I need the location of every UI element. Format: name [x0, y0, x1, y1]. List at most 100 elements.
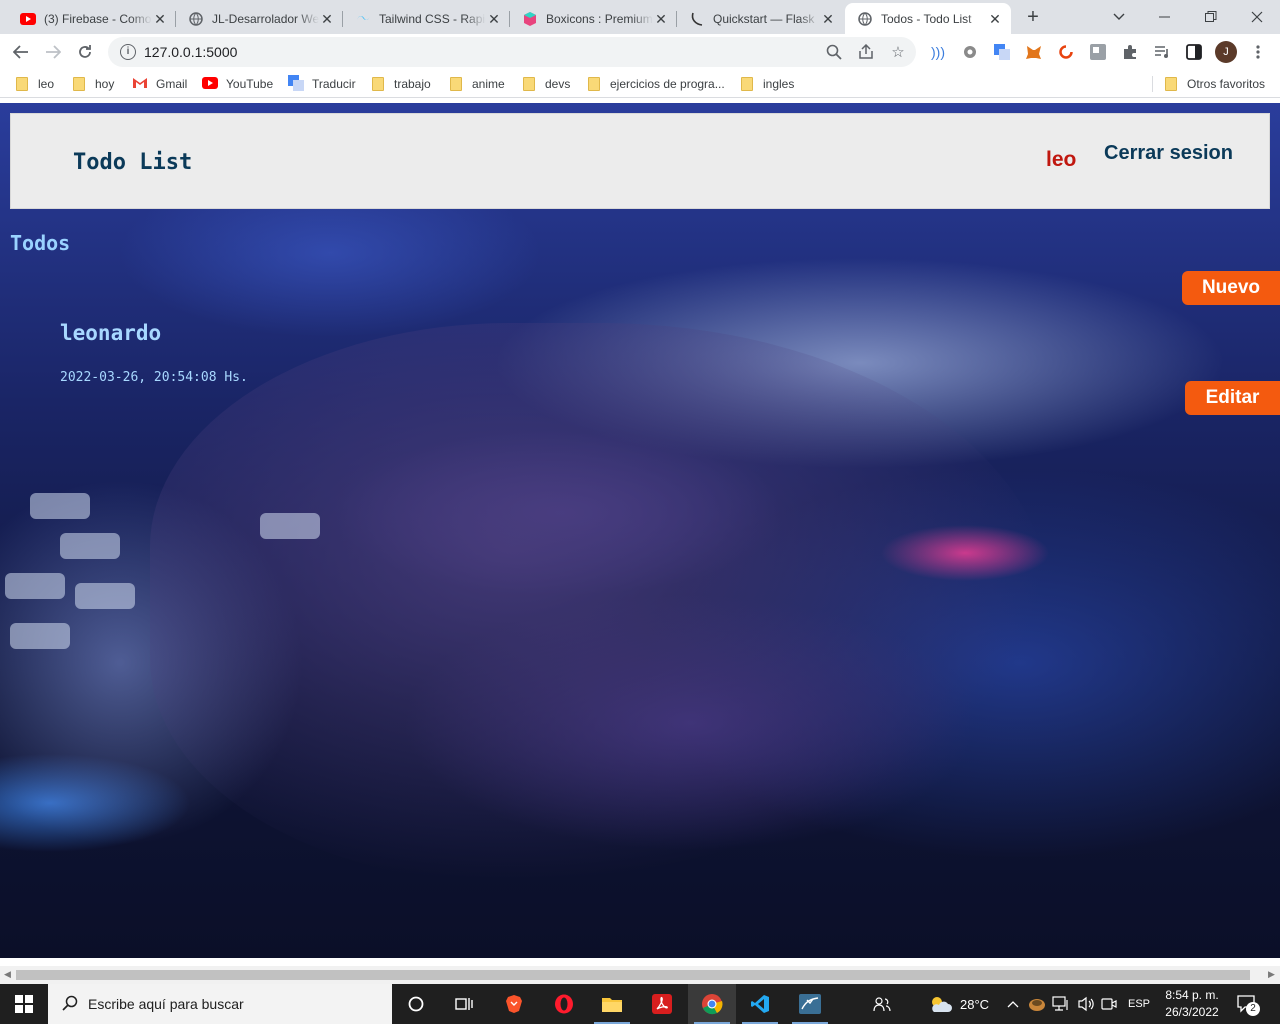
- background-key: [10, 623, 70, 649]
- reload-icon[interactable]: [73, 40, 97, 64]
- back-icon[interactable]: [9, 40, 33, 64]
- tab-tailwind[interactable]: Tailwind CSS - Rapid ✕: [343, 3, 510, 34]
- network-icon[interactable]: [1052, 984, 1070, 1024]
- bookmark-youtube[interactable]: YouTube: [202, 76, 273, 92]
- folder-icon: [450, 77, 462, 91]
- bookmark-ingles[interactable]: ingles: [741, 76, 794, 92]
- media-queue-icon[interactable]: [1153, 43, 1171, 61]
- zoom-icon[interactable]: [825, 43, 843, 61]
- new-todo-button[interactable]: Nuevo: [1182, 271, 1280, 305]
- profile-avatar[interactable]: J: [1215, 41, 1237, 63]
- file-explorer-icon[interactable]: [588, 984, 636, 1024]
- bookmark-leo[interactable]: leo: [16, 76, 54, 92]
- tab-boxicons[interactable]: Boxicons : Premium ✕: [510, 3, 677, 34]
- acrobat-icon[interactable]: [638, 984, 686, 1024]
- restore-icon[interactable]: [1188, 0, 1234, 34]
- close-tab-icon[interactable]: ✕: [987, 11, 1003, 27]
- bookmark-ejercicios[interactable]: ejercicios de progra...: [588, 76, 725, 92]
- share-icon[interactable]: [857, 43, 875, 61]
- extensions-puzzle-icon[interactable]: [1121, 43, 1139, 61]
- people-icon[interactable]: [873, 984, 891, 1024]
- folder-icon: [588, 77, 600, 91]
- mysql-workbench-icon[interactable]: [786, 984, 834, 1024]
- menu-kebab-icon[interactable]: [1249, 43, 1267, 61]
- volume-icon[interactable]: [1077, 984, 1095, 1024]
- tray-expand-icon[interactable]: [1007, 984, 1019, 1024]
- extension-wifi-icon[interactable]: ))): [929, 43, 947, 61]
- tray-app-icon[interactable]: [1028, 984, 1046, 1024]
- tailwind-icon: [355, 11, 371, 27]
- meet-now-icon[interactable]: [1101, 984, 1117, 1024]
- gmail-icon: [132, 77, 148, 92]
- notification-center-icon[interactable]: 2: [1236, 984, 1260, 1024]
- folder-icon: [73, 77, 85, 91]
- cortana-icon[interactable]: [392, 984, 440, 1024]
- background-key: [75, 583, 135, 609]
- extension-red-ring-icon[interactable]: [1057, 43, 1075, 61]
- clock-date: 26/3/2022: [1165, 1005, 1219, 1019]
- section-title: Todos: [10, 231, 71, 255]
- background-key: [5, 573, 65, 599]
- bookmark-otros-favoritos[interactable]: Otros favoritos: [1165, 76, 1265, 92]
- tab-jl-desarrolador[interactable]: JL-Desarrolador Web ✕: [176, 3, 343, 34]
- new-tab-icon[interactable]: +: [1022, 6, 1044, 28]
- globe-icon: [857, 11, 873, 27]
- background-key: [60, 533, 120, 559]
- close-window-icon[interactable]: [1234, 0, 1280, 34]
- bookmark-trabajo[interactable]: trabajo: [372, 76, 431, 92]
- bookmark-hoy[interactable]: hoy: [73, 76, 114, 92]
- taskbar-search-placeholder: Escribe aquí para buscar: [88, 996, 244, 1012]
- tab-firebase[interactable]: (3) Firebase - Como ✕: [8, 3, 176, 34]
- folder-icon: [372, 77, 384, 91]
- tab-search-icon[interactable]: [1096, 0, 1142, 34]
- folder-icon: [16, 77, 28, 91]
- close-tab-icon[interactable]: ✕: [152, 11, 168, 27]
- close-tab-icon[interactable]: ✕: [486, 11, 502, 27]
- close-tab-icon[interactable]: ✕: [820, 11, 836, 27]
- brave-icon[interactable]: [490, 984, 538, 1024]
- tab-title: Tailwind CSS - Rapid: [379, 11, 486, 26]
- bookmark-devs[interactable]: devs: [523, 76, 570, 92]
- tab-title: Boxicons : Premium: [546, 11, 653, 26]
- language-indicator[interactable]: ESP: [1128, 984, 1150, 1024]
- tab-title: Quickstart — Flask: [713, 11, 815, 26]
- close-tab-icon[interactable]: ✕: [319, 11, 335, 27]
- youtube-icon: [202, 76, 218, 92]
- task-view-icon[interactable]: [440, 984, 488, 1024]
- brand-title[interactable]: Todo List: [73, 150, 192, 175]
- tab-todo-list[interactable]: Todos - Todo List ✕: [845, 3, 1011, 34]
- close-tab-icon[interactable]: ✕: [653, 11, 669, 27]
- minimize-icon[interactable]: [1142, 0, 1188, 34]
- edit-todo-button[interactable]: Editar: [1185, 381, 1280, 415]
- extension-translate-icon[interactable]: [993, 43, 1011, 61]
- tab-title: JL-Desarrolador Web: [212, 11, 319, 26]
- extension-gear-icon[interactable]: [961, 43, 979, 61]
- boxicons-icon: [522, 11, 538, 27]
- opera-icon[interactable]: [540, 984, 588, 1024]
- taskbar-search-input[interactable]: Escribe aquí para buscar: [48, 984, 392, 1024]
- site-info-icon[interactable]: i: [120, 44, 136, 60]
- horizontal-scrollbar[interactable]: ◀ ▶: [0, 966, 1280, 984]
- bookmark-traducir[interactable]: Traducir: [288, 74, 356, 92]
- bookmark-anime[interactable]: anime: [450, 76, 505, 92]
- address-bar[interactable]: i 127.0.0.1:5000: [108, 37, 916, 67]
- tab-strip: (3) Firebase - Como ✕ JL-Desarrolador We…: [0, 0, 1280, 34]
- scrollbar-thumb[interactable]: [16, 970, 1250, 980]
- metamask-icon[interactable]: [1025, 43, 1043, 61]
- bookmark-star-icon[interactable]: ☆: [889, 43, 907, 61]
- background-key: [30, 493, 90, 519]
- forward-icon[interactable]: [41, 40, 65, 64]
- taskbar-clock[interactable]: 8:54 p. m. 26/3/2022: [1158, 987, 1226, 1021]
- clock-time: 8:54 p. m.: [1165, 988, 1219, 1002]
- bookmark-gmail[interactable]: Gmail: [132, 76, 187, 92]
- vscode-icon[interactable]: [736, 984, 784, 1024]
- scroll-right-icon[interactable]: ▶: [1268, 969, 1275, 980]
- windows-start-icon[interactable]: [0, 984, 48, 1024]
- tab-flask[interactable]: Quickstart — Flask ✕: [677, 3, 844, 34]
- weather-icon[interactable]: [928, 984, 952, 1024]
- logout-link[interactable]: Cerrar sesion: [1104, 142, 1233, 165]
- extension-image-icon[interactable]: [1089, 43, 1107, 61]
- chrome-icon[interactable]: [688, 984, 736, 1024]
- side-panel-icon[interactable]: [1185, 43, 1203, 61]
- scroll-left-icon[interactable]: ◀: [4, 969, 11, 980]
